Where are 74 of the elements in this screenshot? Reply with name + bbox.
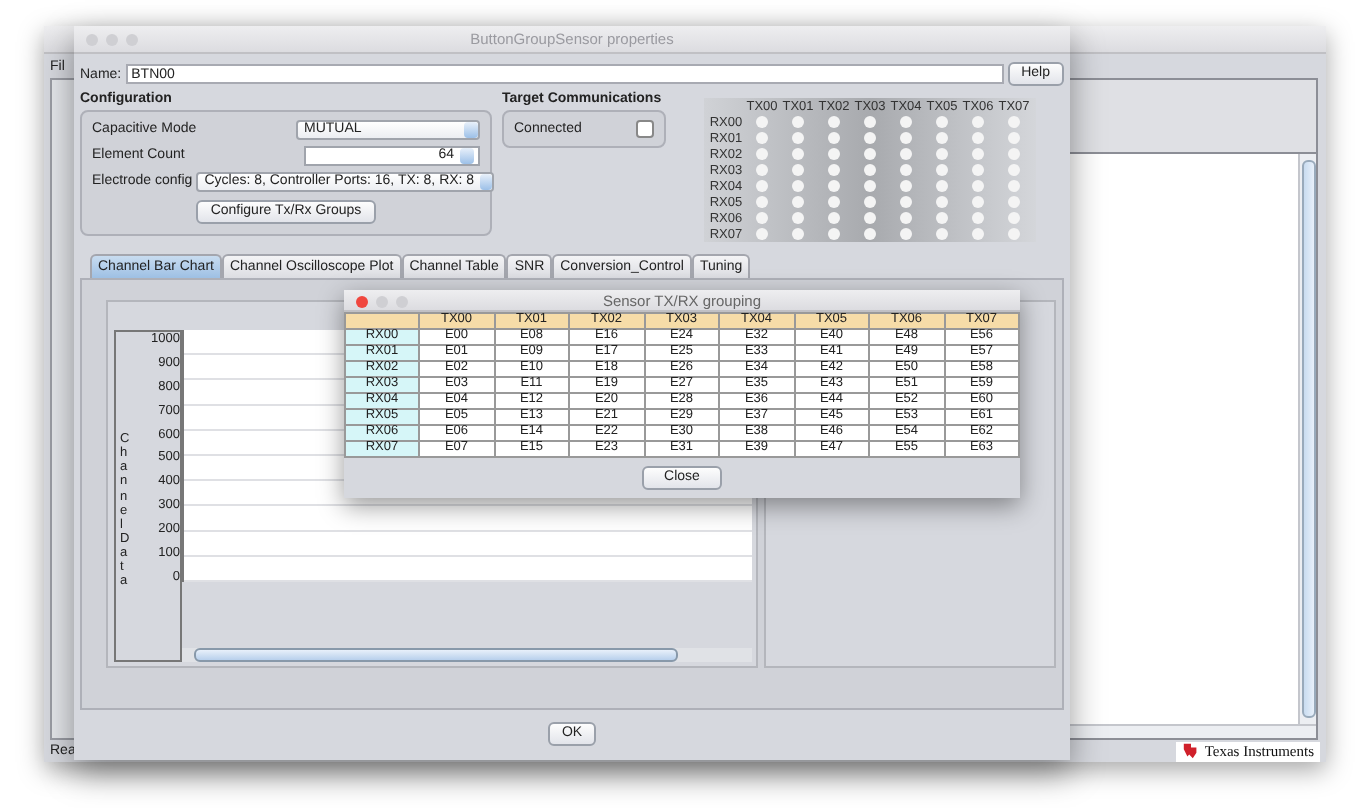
electrode-dot [864, 164, 876, 176]
electrode-dot [828, 212, 840, 224]
electrode-dot [756, 196, 768, 208]
electrode-dot [1008, 116, 1020, 128]
electrode-dot [900, 116, 912, 128]
electrode-dot [900, 148, 912, 160]
electrode-dot [864, 196, 876, 208]
electrode-dot [756, 212, 768, 224]
electrode-dot [936, 148, 948, 160]
electrode-dot [792, 132, 804, 144]
electrode-dot [756, 132, 768, 144]
electrode-dot [900, 228, 912, 240]
electrode-dot [792, 212, 804, 224]
electrode-dot [756, 228, 768, 240]
electrode-dot [1008, 164, 1020, 176]
electrode-dot [936, 164, 948, 176]
electrode-dot [972, 196, 984, 208]
electrode-dot [936, 132, 948, 144]
electrode-dot [1008, 212, 1020, 224]
electrode-dot [1008, 228, 1020, 240]
electrode-dot [900, 164, 912, 176]
electrode-dot [972, 164, 984, 176]
electrode-dot [900, 132, 912, 144]
electrode-dot [864, 132, 876, 144]
vertical-scrollbar[interactable] [1298, 154, 1316, 724]
electrode-dot [828, 228, 840, 240]
electrode-dot [864, 148, 876, 160]
electrode-dot [972, 132, 984, 144]
electrode-dot [900, 180, 912, 192]
electrode-dot [972, 148, 984, 160]
checkbox[interactable] [636, 120, 654, 138]
close-icon[interactable] [86, 34, 98, 46]
electrode-dot [972, 116, 984, 128]
electrode-dot [756, 164, 768, 176]
electrode-dot [864, 116, 876, 128]
electrode-dot [936, 180, 948, 192]
electrode-dot [828, 116, 840, 128]
electrode-dot [936, 212, 948, 224]
minimize-icon[interactable] [376, 295, 388, 307]
electrode-dot [756, 116, 768, 128]
electrode-dot [792, 148, 804, 160]
logo-icon [1182, 742, 1201, 760]
electrode-dot [864, 228, 876, 240]
electrode-dot [792, 164, 804, 176]
electrode-dot [972, 180, 984, 192]
electrode-dot [828, 148, 840, 160]
electrode-dot [1008, 196, 1020, 208]
electrode-dot [972, 228, 984, 240]
electrode-dot [864, 212, 876, 224]
electrode-dot [936, 228, 948, 240]
electrode-dot [1008, 180, 1020, 192]
electrode-dot [828, 132, 840, 144]
zoom-icon[interactable] [126, 34, 138, 46]
minimize-icon[interactable] [106, 34, 118, 46]
electrode-dot [1008, 148, 1020, 160]
electrode-dot [1008, 132, 1020, 144]
electrode-dot [792, 196, 804, 208]
electrode-dot [792, 180, 804, 192]
electrode-dot [828, 196, 840, 208]
close-icon[interactable] [356, 295, 368, 307]
electrode-dot [936, 196, 948, 208]
zoom-icon[interactable] [396, 295, 408, 307]
electrode-dot [756, 180, 768, 192]
electrode-dot [792, 228, 804, 240]
electrode-dot [900, 196, 912, 208]
electrode-dot [936, 116, 948, 128]
electrode-dot [756, 148, 768, 160]
electrode-dot [828, 164, 840, 176]
electrode-dot [828, 180, 840, 192]
electrode-dot [792, 116, 804, 128]
electrode-dot [972, 212, 984, 224]
horizontal-scrollbar[interactable] [182, 648, 752, 662]
electrode-dot [864, 180, 876, 192]
electrode-dot [900, 212, 912, 224]
